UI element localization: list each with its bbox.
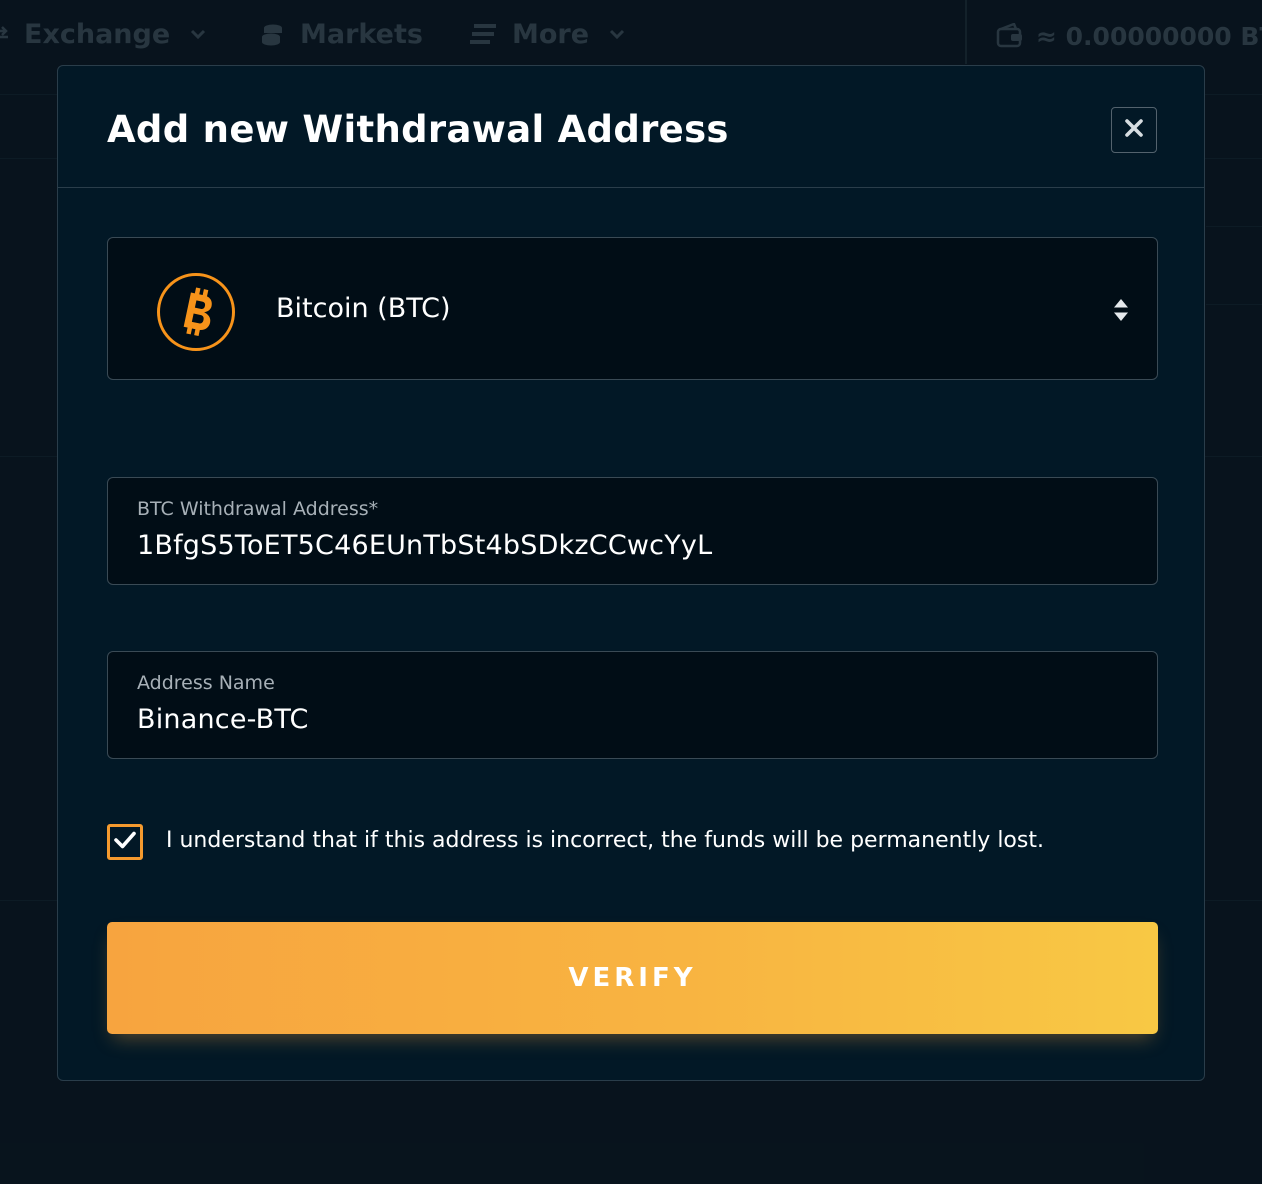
selected-coin-label: Bitcoin (BTC) [276,293,451,324]
close-icon [1124,118,1144,142]
confirm-checkbox[interactable] [107,824,143,860]
withdrawal-address-input[interactable]: 1BfgS5ToET5C46EUnTbSt4bSDkzCCwcYyL [137,530,712,561]
confirm-checkbox-label[interactable]: I understand that if this address is inc… [166,828,1044,853]
address-name-label: Address Name [137,672,275,694]
close-button[interactable] [1111,107,1157,153]
coin-select[interactable]: Bitcoin (BTC) [107,237,1158,380]
sort-arrows-icon [1112,298,1130,322]
withdrawal-address-label: BTC Withdrawal Address* [137,498,379,520]
verify-button[interactable]: VERIFY [107,922,1158,1034]
withdrawal-address-field[interactable]: BTC Withdrawal Address* 1BfgS5ToET5C46EU… [107,477,1158,585]
checkmark-icon [113,830,137,854]
modal-header: Add new Withdrawal Address [58,66,1204,188]
modal-title: Add new Withdrawal Address [107,108,729,151]
address-name-input[interactable]: Binance-BTC [137,704,309,735]
bitcoin-icon [156,272,236,352]
address-name-field[interactable]: Address Name Binance-BTC [107,651,1158,759]
add-withdrawal-address-modal: Add new Withdrawal Address Bitcoin (BTC) [57,65,1205,1081]
